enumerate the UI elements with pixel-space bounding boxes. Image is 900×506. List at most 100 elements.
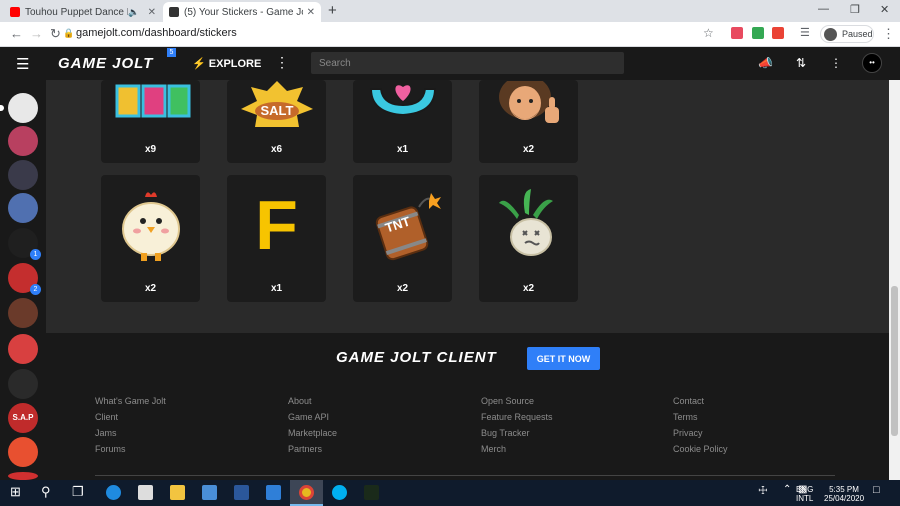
community-badge: 1 — [30, 249, 41, 260]
close-window-button[interactable]: ✕ — [880, 3, 889, 16]
more-icon[interactable]: ⋮ — [275, 54, 289, 71]
community-item[interactable]: 2 — [8, 263, 41, 295]
sticker-card-letter-f[interactable]: F x1 — [227, 175, 326, 302]
footer-column: About Game API Marketplace Partners — [288, 393, 337, 457]
footer-link[interactable]: Bug Tracker — [481, 425, 553, 441]
community-item[interactable] — [8, 160, 38, 190]
footer-link[interactable]: Game API — [288, 409, 337, 425]
store-icon[interactable] — [202, 485, 217, 500]
language-indicator[interactable]: ENG INTL — [796, 485, 813, 503]
edge-icon[interactable] — [106, 485, 121, 500]
activity-icon[interactable]: ⇅ — [796, 56, 806, 70]
task-view-icon[interactable]: ❐ — [72, 484, 84, 500]
sticker-card-turnip[interactable]: x2 — [479, 175, 578, 302]
megaphone-icon[interactable]: 📣 — [758, 56, 773, 70]
sticker-art — [353, 80, 452, 128]
media-icon[interactable]: ☰ — [800, 26, 810, 39]
clock[interactable]: 5:35 PM 25/04/2020 — [824, 485, 864, 503]
notepad-icon[interactable] — [138, 485, 153, 500]
footer-link[interactable]: About — [288, 393, 337, 409]
footer-link[interactable]: Cookie Policy — [673, 441, 728, 457]
community-item[interactable] — [8, 193, 38, 223]
site-logo[interactable]: GAME JOLT — [58, 55, 153, 72]
browser-tab-touhou[interactable]: Touhou Puppet Dance Perfo 🔈 ✕ — [4, 2, 162, 22]
sticker-card-salt[interactable]: SALT x6 — [227, 80, 326, 163]
get-it-now-button[interactable]: GET IT NOW — [527, 347, 600, 370]
star-icon[interactable]: ☆ — [703, 26, 714, 40]
explore-link[interactable]: ⚡ EXPLORE — [192, 57, 261, 70]
friends-icon[interactable]: ⋮ — [830, 56, 842, 70]
speaker-icon[interactable]: 🔈 — [128, 7, 139, 18]
client-logo[interactable]: GAME JOLT CLIENT — [336, 349, 497, 366]
footer-link[interactable]: Marketplace — [288, 425, 337, 441]
sticker-card-lol[interactable]: x9 — [101, 80, 200, 163]
reload-button[interactable]: ↻ — [50, 26, 61, 42]
community-item[interactable]: 1 — [8, 228, 41, 260]
footer-link[interactable]: Partners — [288, 441, 337, 457]
sticker-card-thumbs-up-guy[interactable]: x2 — [479, 80, 578, 163]
skype-icon[interactable] — [332, 485, 347, 500]
browser-tab-stickers[interactable]: (5) Your Stickers - Game Jolt ✕ — [163, 2, 321, 22]
community-item[interactable] — [8, 369, 38, 399]
clock-time: 5:35 PM — [829, 485, 859, 494]
menu-icon[interactable]: ⋮ — [882, 26, 895, 42]
back-button[interactable]: ← — [10, 26, 23, 41]
chrome-icon[interactable] — [299, 485, 314, 500]
windows-start-icon[interactable]: ⊞ — [10, 484, 21, 500]
svg-text:SALT: SALT — [260, 103, 293, 118]
footer-link[interactable]: Forums — [95, 441, 166, 457]
lock-icon[interactable]: 🔒 — [63, 28, 74, 39]
footer-link[interactable]: What's Game Jolt — [95, 393, 166, 409]
footer-link[interactable]: Open Source — [481, 393, 553, 409]
people-icon[interactable]: ☩ — [758, 484, 768, 497]
forward-button[interactable]: → — [30, 26, 43, 41]
footer-link[interactable]: Privacy — [673, 425, 728, 441]
file-explorer-icon[interactable] — [170, 485, 185, 500]
footer-link[interactable]: Merch — [481, 441, 553, 457]
footer-link[interactable]: Contact — [673, 393, 728, 409]
extension-icon[interactable] — [772, 27, 784, 39]
footer-link[interactable]: Terms — [673, 409, 728, 425]
tray-chevron-icon[interactable]: ⌃ — [783, 484, 791, 495]
close-icon[interactable]: ✕ — [148, 7, 156, 18]
user-avatar[interactable]: •• — [862, 53, 882, 73]
page-scrollbar[interactable] — [889, 80, 900, 480]
footer-column: Open Source Feature Requests Bug Tracker… — [481, 393, 553, 457]
community-item[interactable] — [8, 472, 38, 480]
sticker-card-tnt-barrel[interactable]: TNT x2 — [353, 175, 452, 302]
community-item[interactable] — [8, 298, 38, 328]
lol-sticker-icon — [112, 82, 190, 120]
minimize-button[interactable]: — — [818, 3, 829, 15]
clock-date: 25/04/2020 — [824, 494, 865, 503]
sticker-art — [101, 80, 200, 128]
new-tab-button[interactable]: + — [328, 2, 337, 19]
community-item[interactable] — [8, 437, 38, 467]
community-item[interactable] — [8, 126, 38, 156]
notification-icon[interactable]: □ — [873, 484, 880, 496]
sticker-card-heart-hands[interactable]: x1 — [353, 80, 452, 163]
sticker-art — [479, 80, 578, 128]
word-icon[interactable] — [234, 485, 249, 500]
profile-button[interactable]: Paused — [820, 25, 874, 43]
footer-link[interactable]: Jams — [95, 425, 166, 441]
maximize-button[interactable]: ❐ — [850, 3, 860, 16]
search-icon[interactable]: ⚲ — [41, 484, 51, 500]
community-item[interactable] — [0, 93, 38, 123]
hamburger-icon[interactable]: ☰ — [16, 55, 29, 73]
scrollbar-thumb[interactable] — [891, 286, 898, 436]
extension-icon[interactable] — [731, 27, 743, 39]
sticker-card-chicken[interactable]: x2 — [101, 175, 200, 302]
footer-link[interactable]: Client — [95, 409, 166, 425]
footer-column: What's Game Jolt Client Jams Forums — [95, 393, 166, 457]
community-item[interactable]: S.A.P — [8, 403, 38, 433]
search-input[interactable] — [311, 52, 624, 74]
game-app-icon[interactable] — [364, 485, 379, 500]
sticker-count: x9 — [144, 144, 157, 155]
url-field[interactable]: gamejolt.com/dashboard/stickers — [76, 27, 237, 39]
turnip-sticker-icon — [498, 189, 553, 256]
extension-icon[interactable] — [752, 27, 764, 39]
community-item[interactable] — [8, 334, 38, 364]
close-icon[interactable]: ✕ — [307, 7, 315, 18]
mail-icon[interactable] — [266, 485, 281, 500]
footer-link[interactable]: Feature Requests — [481, 409, 553, 425]
